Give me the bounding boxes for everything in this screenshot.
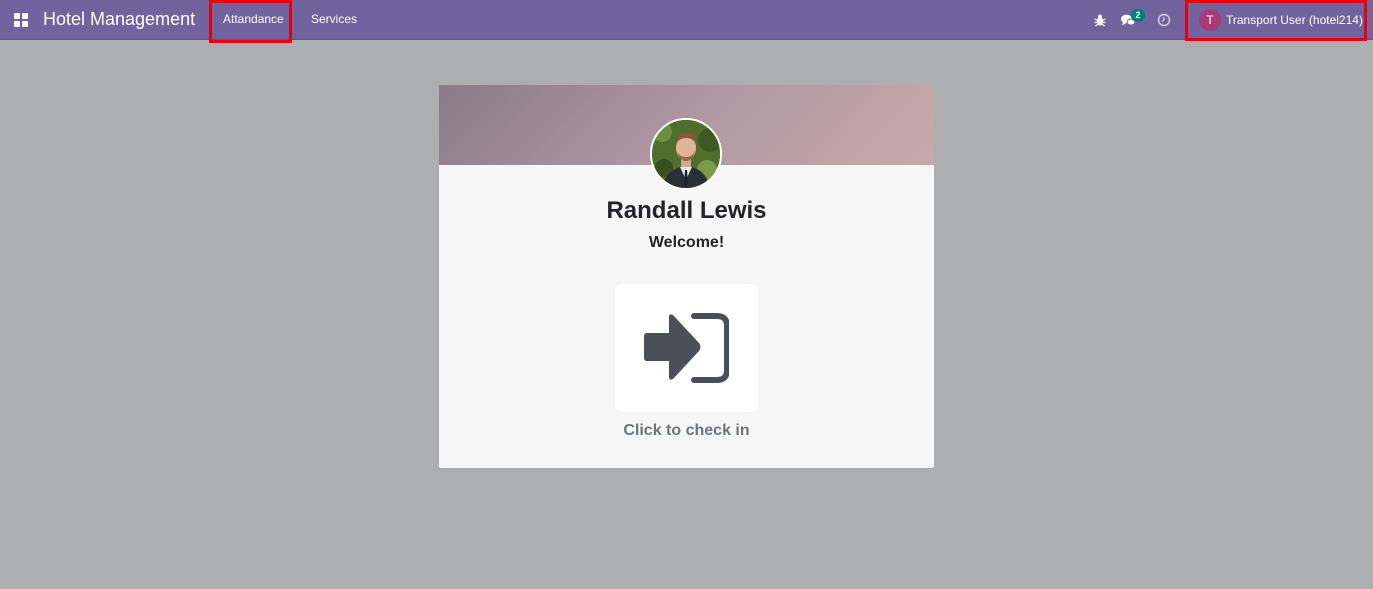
check-in-button[interactable] xyxy=(615,284,758,412)
apps-menu-icon[interactable] xyxy=(13,12,29,28)
sign-in-icon xyxy=(644,313,729,383)
user-avatar[interactable]: T xyxy=(1199,9,1221,31)
top-navbar: Hotel Management Attandance Services 2 T xyxy=(0,0,1373,40)
menu-item-attandance[interactable]: Attandance xyxy=(223,11,284,27)
welcome-message: Welcome! xyxy=(648,234,725,251)
app-brand[interactable]: Hotel Management xyxy=(43,8,195,30)
employee-name: Randall Lewis xyxy=(606,197,767,224)
menu-item-services[interactable]: Services xyxy=(311,11,357,27)
bug-icon[interactable] xyxy=(1092,12,1108,28)
attendance-card: Randall Lewis Welcome! Click to check in xyxy=(439,85,934,468)
employee-avatar xyxy=(650,118,722,190)
chat-count-badge: 2 xyxy=(1131,9,1145,22)
user-menu-name[interactable]: Transport User (hotel214) xyxy=(1226,12,1363,28)
clock-icon[interactable] xyxy=(1156,12,1172,28)
check-in-label: Click to check in xyxy=(623,422,750,439)
